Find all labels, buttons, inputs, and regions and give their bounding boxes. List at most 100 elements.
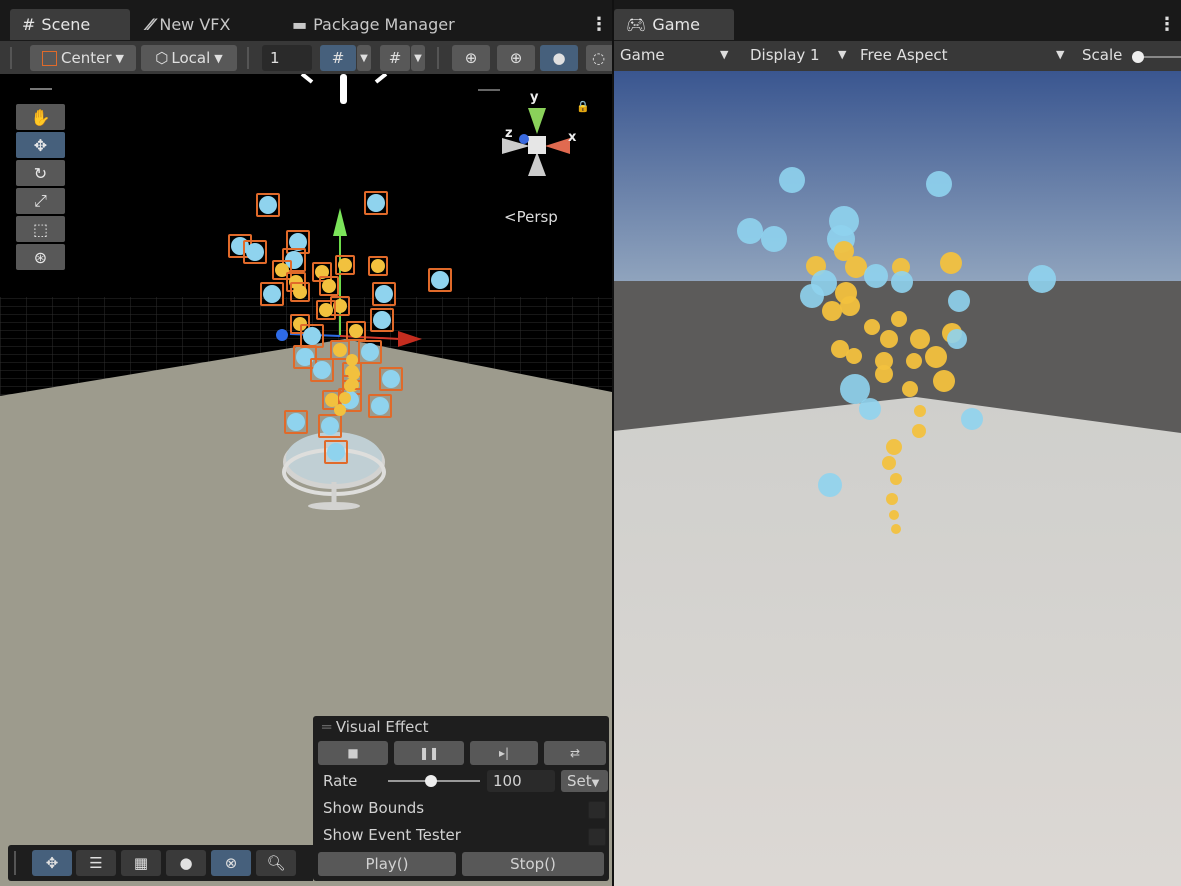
selected-particle <box>364 191 388 215</box>
overflow-toggle[interactable]: ◌ <box>586 45 612 71</box>
selected-particle <box>368 394 392 418</box>
overlay-vfx-button[interactable]: ⊗ <box>211 850 251 876</box>
selected-particle <box>243 240 267 264</box>
selected-particle <box>324 440 348 464</box>
global-view-toggle[interactable]: ⊕ <box>452 45 490 71</box>
game-particle <box>859 398 881 420</box>
rect-icon: ⬚ <box>32 219 49 239</box>
game-particle-layer <box>614 71 1181 886</box>
game-particle <box>947 329 967 349</box>
pause-button[interactable]: ❚❚ <box>394 741 464 765</box>
show-bounds-label: Show Bounds <box>323 799 425 817</box>
game-particle <box>875 365 893 383</box>
overlay-grid-button[interactable]: ▦ <box>121 850 161 876</box>
game-particle <box>906 353 922 369</box>
scale-tool[interactable]: ⤢ <box>16 188 65 214</box>
move-arrows-icon: ✥ <box>45 854 59 872</box>
game-particle <box>912 424 926 438</box>
game-particle <box>886 493 898 505</box>
increment-snap-toggle[interactable]: # <box>380 45 410 71</box>
show-bounds-checkbox[interactable] <box>588 801 606 819</box>
game-particle <box>933 370 955 392</box>
trail-particle <box>348 368 360 380</box>
rotate-tool[interactable]: ↻ <box>16 160 65 186</box>
transform-tool[interactable]: ⊛ <box>16 244 65 270</box>
show-event-tester-checkbox[interactable] <box>588 828 606 846</box>
game-particle <box>914 405 926 417</box>
move-arrows-icon: ✥ <box>33 135 48 155</box>
trail-particle <box>339 392 351 404</box>
scene-more-menu-icon[interactable]: ⋮ <box>590 14 608 35</box>
game-more-menu-icon[interactable]: ⋮ <box>1158 14 1176 35</box>
grid-size-field[interactable]: 1 <box>262 45 312 71</box>
selected-particle <box>370 308 394 332</box>
pivot-mode-dropdown[interactable]: Center ▼ <box>30 45 136 71</box>
overlay-transform-button[interactable]: ☰ <box>76 850 116 876</box>
tab-scene[interactable]: # Scene <box>10 9 130 40</box>
tools-drag-handle <box>30 88 52 90</box>
rate-value-field[interactable]: 100 <box>487 770 555 792</box>
stop-button[interactable]: ■ <box>318 741 388 765</box>
trail-particle <box>346 354 358 366</box>
scale-slider[interactable] <box>1140 56 1181 58</box>
game-particle <box>886 439 902 455</box>
hand-tool[interactable]: ✋ <box>16 104 65 130</box>
game-particle <box>910 329 930 349</box>
gizmo-x-label: x <box>568 130 577 145</box>
trail-particle <box>334 404 346 416</box>
game-particle <box>926 171 952 197</box>
shading-mode-toggle[interactable]: ⊕ <box>497 45 535 71</box>
package-icon: ▬ <box>292 15 308 34</box>
game-particle <box>889 510 899 520</box>
rate-label: Rate <box>323 772 358 790</box>
rect-tool[interactable]: ⬚ <box>16 216 65 242</box>
chevron-down-icon: ▼ <box>360 52 368 64</box>
overlay-sphere-button[interactable]: ● <box>166 850 206 876</box>
stop-event-button[interactable]: Stop() <box>462 852 604 876</box>
toolbar-separator <box>437 47 439 69</box>
step-button[interactable]: ▸| <box>470 741 538 765</box>
play-event-button[interactable]: Play() <box>318 852 456 876</box>
tab-new-vfx[interactable]: ⁄⁄ New VFX <box>136 9 266 40</box>
selected-particle <box>318 414 342 438</box>
chevron-down-icon: ▼ <box>720 48 729 61</box>
scale-slider-thumb[interactable] <box>1132 51 1144 63</box>
shaded-mode-toggle[interactable]: ● <box>540 45 578 71</box>
display-dropdown[interactable]: Display 1 <box>750 46 820 64</box>
solid-sphere-icon: ● <box>552 49 566 67</box>
tab-game[interactable]: 🎮︎ Game <box>614 9 734 40</box>
tab-package-manager[interactable]: ▬ Package Manager <box>280 9 480 40</box>
projection-toggle[interactable]: <Persp <box>504 208 558 226</box>
rotate-icon: ↻ <box>33 163 48 183</box>
layers-icon: ⊗ <box>224 854 238 872</box>
partial-circle-icon: ◌ <box>592 49 606 67</box>
selected-particle <box>379 367 403 391</box>
increment-snap-dropdown[interactable]: ▼ <box>411 45 425 71</box>
game-particle <box>811 270 837 296</box>
game-particle <box>891 524 901 534</box>
selected-particle <box>256 193 280 217</box>
game-particle <box>818 473 842 497</box>
restart-icon: ⇄ <box>569 746 581 760</box>
game-particle <box>761 226 787 252</box>
aspect-dropdown[interactable]: Free Aspect <box>860 46 948 64</box>
pivot-rotation-dropdown[interactable]: ⬡ Local ▼ <box>141 45 237 71</box>
sphere-wire-icon: ⊕ <box>509 49 523 67</box>
globe-icon: ⊕ <box>464 49 478 67</box>
step-icon: ▸| <box>498 746 510 760</box>
stop-icon: ■ <box>347 746 359 760</box>
grid-snap-dropdown[interactable]: ▼ <box>357 45 371 71</box>
grid-snap-toggle[interactable]: # <box>320 45 356 71</box>
view-mode-dropdown[interactable]: Game <box>620 46 665 64</box>
overlay-move-button[interactable]: ✥ <box>32 850 72 876</box>
chevron-down-icon: ▼ <box>1056 48 1065 61</box>
rate-set-dropdown[interactable]: Set▼ <box>561 770 608 792</box>
restart-button[interactable]: ⇄ <box>544 741 606 765</box>
game-viewport <box>614 71 1181 886</box>
selected-particle <box>368 256 388 276</box>
game-particle <box>961 408 983 430</box>
overlay-search-button[interactable]: 🔍︎ <box>256 850 296 876</box>
move-tool[interactable]: ✥ <box>16 132 65 158</box>
game-particle <box>840 296 860 316</box>
game-particle <box>880 330 898 348</box>
